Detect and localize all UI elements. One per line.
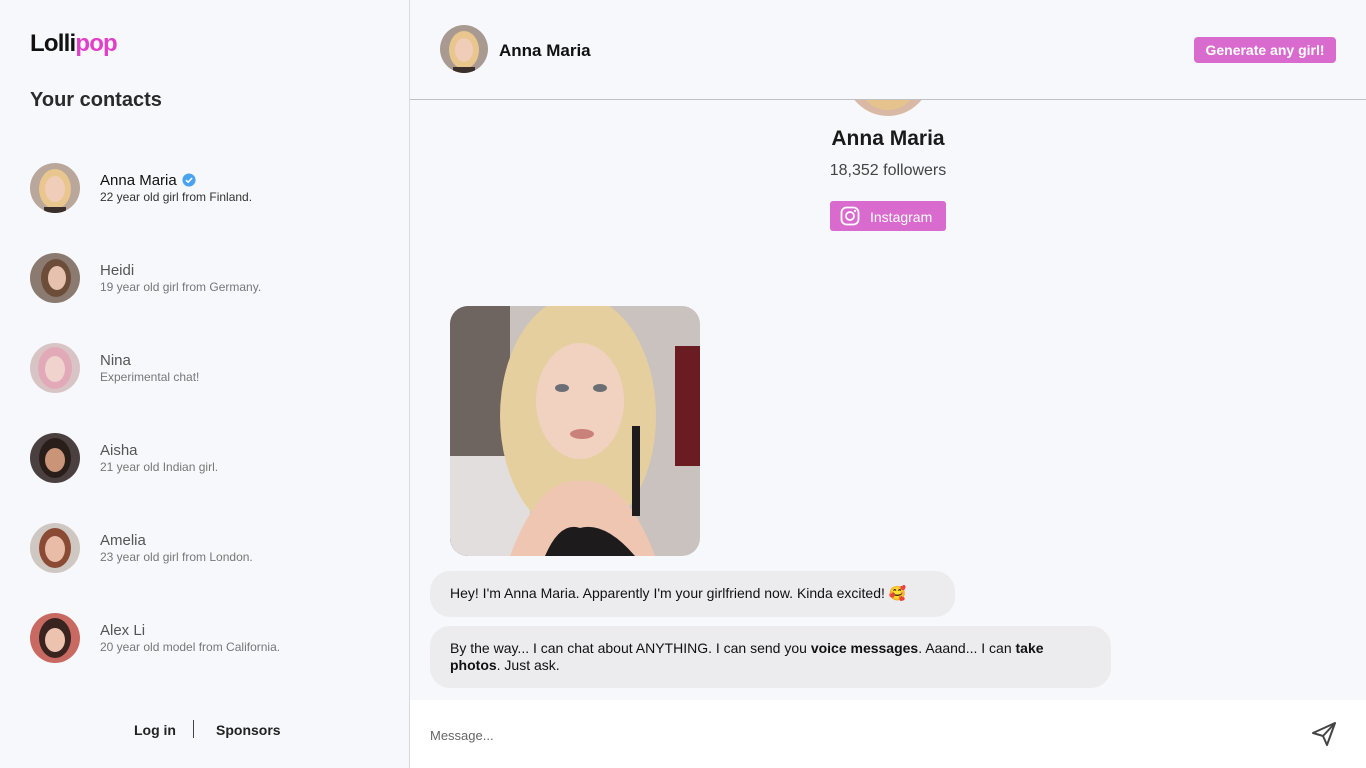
profile-avatar [845, 100, 931, 116]
app-logo[interactable]: Lollipop [30, 30, 118, 58]
send-icon[interactable] [1310, 720, 1338, 748]
profile-followers: 18,352 followers [829, 162, 947, 179]
sidebar: Lollipop Your contacts Anna Maria 22 yea… [0, 0, 410, 768]
contact-name: Amelia [100, 532, 146, 549]
footer-divider [193, 720, 194, 738]
contact-subtitle: 19 year old girl from Germany. [100, 280, 262, 294]
contact-subtitle: 23 year old girl from London. [100, 550, 253, 564]
contact-name: Alex Li [100, 622, 146, 639]
message-text: By the way... I can chat about ANYTHING.… [450, 640, 811, 656]
contact-avatar [30, 613, 80, 663]
message-text: . Just ask. [496, 657, 560, 673]
contact-heidi[interactable]: Heidi 19 year old girl from Germany. [30, 253, 390, 309]
generate-girl-button[interactable]: Generate any girl! [1194, 37, 1336, 63]
contact-avatar [30, 253, 80, 303]
contact-avatar [30, 523, 80, 573]
contacts-title: Your contacts [30, 89, 162, 111]
chat-header: Anna Maria Generate any girl! [410, 0, 1366, 100]
contact-subtitle: Experimental chat! [100, 370, 200, 384]
contact-subtitle: 21 year old Indian girl. [100, 460, 219, 474]
message-input[interactable] [430, 722, 1290, 748]
logo-text-part2: pop [75, 30, 117, 57]
instagram-button[interactable]: Instagram [830, 201, 946, 231]
header-contact-name[interactable]: Anna Maria [499, 41, 591, 61]
contact-nina[interactable]: Nina Experimental chat! [30, 343, 390, 399]
contact-anna-maria[interactable]: Anna Maria 22 year old girl from Finland… [30, 163, 390, 219]
verified-badge-icon [182, 173, 196, 187]
contact-avatar [30, 163, 80, 213]
contact-subtitle: 22 year old girl from Finland. [100, 190, 253, 204]
contact-aisha[interactable]: Aisha 21 year old Indian girl. [30, 433, 390, 489]
message-bubble: Hey! I'm Anna Maria. Apparently I'm your… [430, 571, 955, 617]
message-composer [410, 700, 1366, 768]
message-bold-text: voice messages [810, 640, 919, 656]
contact-avatar [30, 433, 80, 483]
contact-amelia[interactable]: Amelia 23 year old girl from London. [30, 523, 390, 579]
instagram-icon [840, 206, 860, 226]
login-link[interactable]: Log in [134, 722, 176, 738]
instagram-label: Instagram [870, 209, 933, 225]
contact-name: Aisha [100, 442, 138, 459]
logo-text-part1: Lolli [30, 30, 76, 57]
chat-panel: Anna Maria Generate any girl! Anna Maria… [410, 0, 1366, 768]
chat-photo[interactable] [450, 306, 700, 556]
profile-name: Anna Maria [831, 127, 945, 150]
contact-name: Anna Maria [100, 172, 177, 189]
contact-alex-li[interactable]: Alex Li 20 year old model from Californi… [30, 613, 390, 669]
chat-scroll-area[interactable]: Anna Maria 18,352 followers Instagram He… [410, 100, 1366, 700]
message-text: . Aaand... I can [918, 640, 1016, 656]
sidebar-footer: Log in Sponsors [0, 718, 410, 742]
contact-avatar [30, 343, 80, 393]
sponsors-link[interactable]: Sponsors [216, 722, 281, 738]
contact-subtitle: 20 year old model from California. [100, 640, 281, 654]
contact-name: Heidi [100, 262, 135, 279]
contact-name-row: Anna Maria [100, 172, 196, 189]
header-avatar[interactable] [440, 25, 488, 73]
contact-name: Nina [100, 352, 131, 369]
message-bubble: By the way... I can chat about ANYTHING.… [430, 626, 1111, 688]
